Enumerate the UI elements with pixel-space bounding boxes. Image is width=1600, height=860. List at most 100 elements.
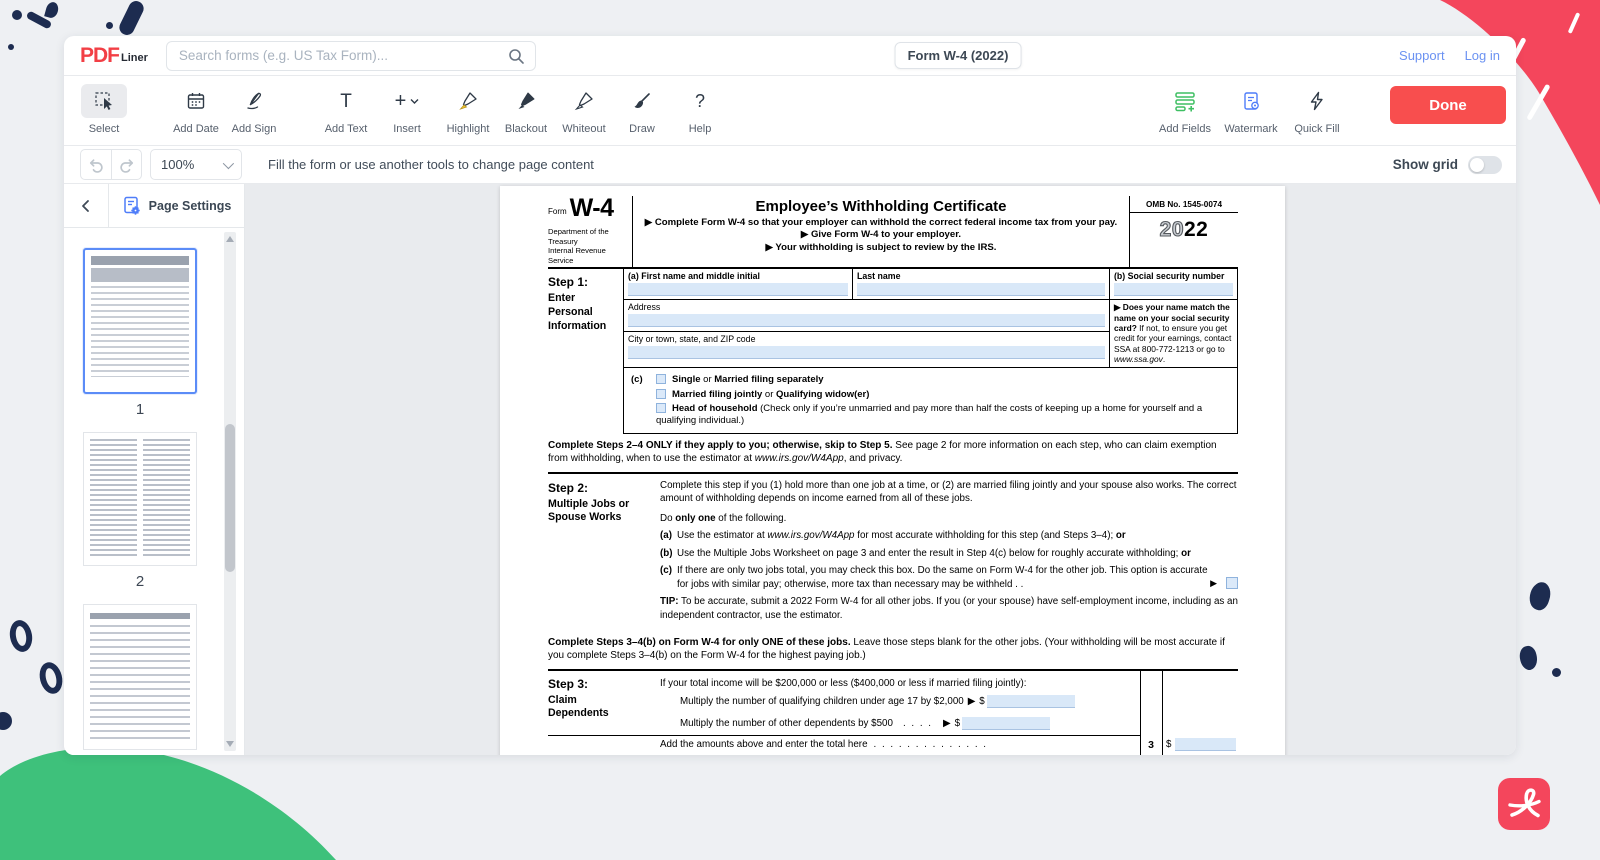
zoom-select[interactable]: 100% [150, 149, 242, 180]
city-label: City or town, state, and ZIP code [628, 334, 1105, 344]
step2a-text: Use the estimator at www.irs.gov/W4App f… [677, 530, 1126, 541]
last-name-label: Last name [857, 271, 1105, 281]
column-rule [1162, 671, 1163, 755]
step2-title: Multiple Jobs or Spouse Works [548, 498, 643, 526]
step2c-label: (c) [660, 564, 672, 578]
pdfliner-logo[interactable]: PDF Liner [80, 45, 148, 66]
signature-pen-icon [244, 91, 264, 111]
select-cursor-icon [93, 90, 115, 112]
add-sign-button[interactable]: Add Sign [230, 84, 278, 135]
logo-pdf-text: PDF [80, 45, 119, 66]
page-2-number: 2 [83, 566, 197, 604]
redo-icon [118, 156, 136, 174]
decoration-ink-dot [8, 44, 14, 50]
show-grid-toggle[interactable] [1468, 156, 1502, 174]
filing-status-single-checkbox[interactable] [656, 374, 666, 384]
document-canvas[interactable]: Form W-4 Department of the Treasury Inte… [245, 184, 1516, 755]
add-date-button[interactable]: Add Date [172, 84, 220, 135]
blackout-button[interactable]: Blackout [502, 84, 550, 135]
page-settings-button[interactable]: Page Settings [109, 184, 244, 227]
chevron-down-icon [223, 157, 234, 168]
question-mark-icon: ? [695, 92, 705, 110]
insert-button[interactable]: + Insert [380, 84, 434, 135]
step3-total-field[interactable] [1175, 738, 1236, 751]
address-label: Address [628, 302, 1105, 312]
step2c-two-jobs-checkbox[interactable] [1226, 577, 1238, 589]
dept-line-2: Internal Revenue Service [548, 246, 628, 265]
sidebar-scrollbar[interactable] [224, 232, 236, 751]
search-input[interactable] [177, 47, 507, 64]
redo-button[interactable] [111, 149, 142, 180]
help-button[interactable]: ? Help [676, 84, 724, 135]
first-name-field[interactable] [628, 283, 848, 296]
pdfliner-app-window: PDF Liner Form W-4 (2022) Support Log in [64, 36, 1516, 755]
form-title: Employee’s Withholding Certificate [641, 198, 1121, 215]
filing-status-head-household-checkbox[interactable] [656, 403, 666, 413]
filing-status-married-jointly-checkbox[interactable] [656, 389, 666, 399]
plus-icon: + [395, 91, 407, 111]
document-title-badge: Form W-4 (2022) [895, 42, 1022, 69]
step2-label: Step 2: [548, 481, 660, 495]
page-2-thumbnail[interactable] [83, 432, 197, 566]
ssn-field[interactable] [1114, 283, 1233, 296]
step3-line-number: 3 [1140, 739, 1162, 751]
step1-section: Step 1: Enter Personal Information (a) F… [548, 269, 1238, 434]
step2-section: Step 2: Multiple Jobs or Spouse Works Co… [548, 472, 1238, 632]
page-1-thumbnail[interactable] [83, 248, 197, 394]
city-field[interactable] [628, 346, 1105, 359]
scroll-up-arrow[interactable] [226, 236, 234, 242]
add-fields-button[interactable]: Add Fields [1156, 84, 1214, 135]
support-link[interactable]: Support [1399, 48, 1445, 63]
search-form[interactable] [166, 41, 536, 71]
step2b-label: (b) [660, 547, 673, 561]
whiteout-button[interactable]: Whiteout [560, 84, 608, 135]
page-1-preview [91, 256, 189, 386]
last-name-field[interactable] [857, 283, 1105, 296]
step2-tip: TIP: To be accurate, submit a 2022 Form … [660, 595, 1238, 622]
top-bar: PDF Liner Form W-4 (2022) Support Log in [64, 36, 1516, 76]
step3-total-row: Add the amounts above and enter the tota… [548, 735, 1238, 755]
decoration-ink-blob [1526, 580, 1554, 613]
sub-toolbar: 100% Fill the form or use another tools … [64, 146, 1516, 184]
undo-button[interactable] [80, 149, 111, 180]
step3-title: Claim Dependents [548, 694, 638, 722]
add-fields-icon [1174, 90, 1196, 112]
watermark-button[interactable]: Watermark [1222, 84, 1280, 135]
column-rule [1140, 671, 1141, 755]
select-tool-button[interactable]: Select [80, 84, 128, 135]
ssn-label: (b) Social security number [1114, 271, 1233, 281]
sidebar-header: Page Settings [64, 184, 244, 228]
step2a-label: (a) [660, 529, 672, 543]
logo-liner-text: Liner [121, 52, 148, 66]
highlight-button[interactable]: Highlight [444, 84, 492, 135]
login-link[interactable]: Log in [1465, 48, 1500, 63]
other-dependents-amount-field[interactable] [962, 717, 1050, 730]
show-grid-label: Show grid [1393, 157, 1458, 172]
qualifying-children-amount-field[interactable] [987, 695, 1075, 708]
address-field[interactable] [628, 314, 1105, 327]
step3-label: Step 3: [548, 677, 654, 691]
form-year: 2022 [1130, 218, 1238, 242]
quick-fill-button[interactable]: Quick Fill [1288, 84, 1346, 135]
decoration-ink-comma [44, 1, 60, 20]
step1-title: Enter Personal Information [548, 292, 620, 333]
step3-section: Step 3: Claim Dependents If your total i… [548, 669, 1238, 755]
blackout-brush-icon [516, 91, 536, 111]
page-3-preview [90, 611, 190, 743]
page-3-thumbnail[interactable] [83, 604, 197, 750]
draw-button[interactable]: Draw [618, 84, 666, 135]
scrollbar-thumb[interactable] [225, 424, 235, 572]
decoration-green-blob [0, 742, 340, 860]
pages-sidebar: Page Settings 1 2 [64, 184, 245, 755]
page-thumbnails-panel: 1 2 [64, 228, 244, 755]
toolbar-hint-text: Fill the form or use another tools to ch… [268, 157, 594, 172]
dept-line-1: Department of the Treasury [548, 227, 628, 246]
done-button[interactable]: Done [1390, 86, 1506, 124]
add-text-button[interactable]: T Add Text [322, 84, 370, 135]
form-header: Form W-4 Department of the Treasury Inte… [548, 196, 1238, 269]
decoration-ink-dot [0, 712, 12, 730]
collapse-sidebar-button[interactable] [64, 184, 109, 227]
highlighter-icon [458, 91, 478, 111]
decoration-ink-dot [12, 10, 22, 20]
scroll-down-arrow[interactable] [226, 741, 234, 747]
